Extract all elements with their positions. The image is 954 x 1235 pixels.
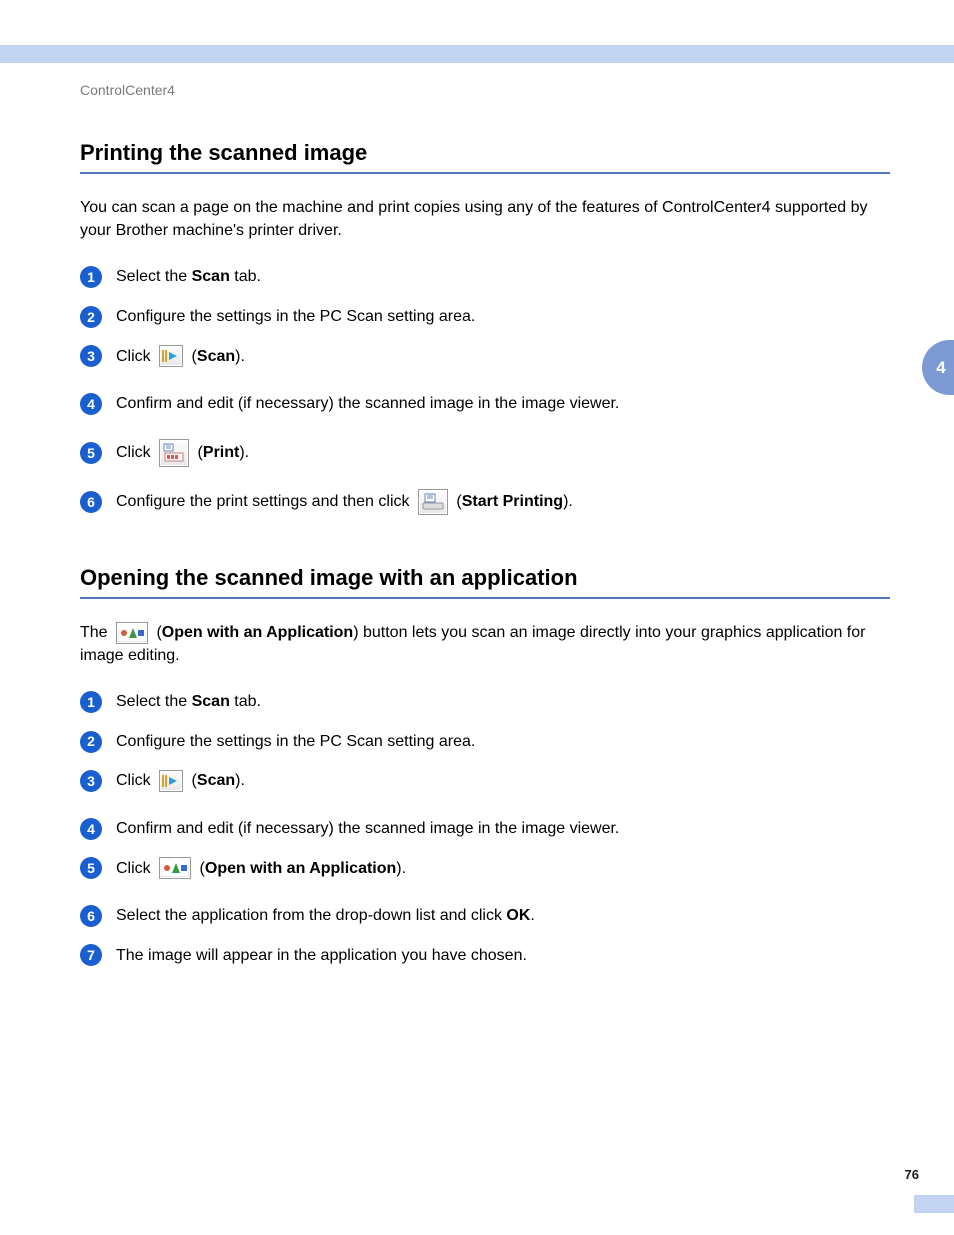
text: tab. xyxy=(230,268,261,285)
step-num-5: 5 xyxy=(80,857,102,879)
text: Configure the print settings and then cl… xyxy=(116,493,414,510)
step-num-3: 3 xyxy=(80,770,102,792)
step-num-4: 4 xyxy=(80,818,102,840)
step-num-4: 4 xyxy=(80,393,102,415)
text: tab. xyxy=(230,693,261,710)
step-text: Configure the print settings and then cl… xyxy=(116,489,890,515)
section2-heading: Opening the scanned image with an applic… xyxy=(80,565,890,599)
scan-icon xyxy=(159,345,183,367)
section1-intro: You can scan a page on the machine and p… xyxy=(80,196,890,242)
step-num-2: 2 xyxy=(80,306,102,328)
step-text: Click (Scan). xyxy=(116,344,890,370)
text: Click xyxy=(116,860,155,877)
text: Select the xyxy=(116,693,192,710)
footer-bar xyxy=(914,1195,954,1213)
sec1-step4: 4 Confirm and edit (if necessary) the sc… xyxy=(80,391,890,417)
sec1-step5: 5 Click (Print). xyxy=(80,439,890,467)
step-text: Select the Scan tab. xyxy=(116,689,890,715)
step-num-5: 5 xyxy=(80,442,102,464)
bold: Scan xyxy=(192,268,230,285)
sec2-step7: 7 The image will appear in the applicati… xyxy=(80,943,890,969)
sec2-step3: 3 Click (Scan). xyxy=(80,768,890,794)
page-number: 76 xyxy=(905,1167,919,1182)
step-num-6: 6 xyxy=(80,491,102,513)
step-text: Confirm and edit (if necessary) the scan… xyxy=(116,391,890,417)
bold: Scan xyxy=(192,693,230,710)
sec2-step2: 2 Configure the settings in the PC Scan … xyxy=(80,729,890,755)
open-app-icon xyxy=(116,622,148,644)
step-text: Configure the settings in the PC Scan se… xyxy=(116,304,890,330)
print-icon xyxy=(159,439,189,467)
sec1-step1: 1 Select the Scan tab. xyxy=(80,264,890,290)
step-num-1: 1 xyxy=(80,691,102,713)
step-num-6: 6 xyxy=(80,905,102,927)
scan-icon xyxy=(159,770,183,792)
step-text: Confirm and edit (if necessary) the scan… xyxy=(116,816,890,842)
step-text: Select the Scan tab. xyxy=(116,264,890,290)
text: Click xyxy=(116,772,155,789)
text: Select the xyxy=(116,268,192,285)
text: Click xyxy=(116,348,155,365)
sec2-step4: 4 Confirm and edit (if necessary) the sc… xyxy=(80,816,890,842)
section1-heading: Printing the scanned image xyxy=(80,140,890,174)
step-text: Configure the settings in the PC Scan se… xyxy=(116,729,890,755)
bold: Start Printing xyxy=(462,493,563,510)
bold: Open with an Application xyxy=(162,624,353,641)
step-text: Click (Print). xyxy=(116,439,890,467)
sec1-step2: 2 Configure the settings in the PC Scan … xyxy=(80,304,890,330)
chapter-tab: 4 xyxy=(922,340,954,395)
text: Click xyxy=(116,444,155,461)
sec2-step6: 6 Select the application from the drop-d… xyxy=(80,903,890,929)
top-header-bar xyxy=(0,45,954,63)
section2-intro: The (Open with an Application) button le… xyxy=(80,621,890,667)
open-app-icon xyxy=(159,857,191,879)
sec2-step1: 1 Select the Scan tab. xyxy=(80,689,890,715)
sec1-step3: 3 Click (Scan). xyxy=(80,344,890,370)
start-printing-icon xyxy=(418,489,448,515)
step-num-7: 7 xyxy=(80,944,102,966)
bold: OK xyxy=(506,907,530,924)
step-text: Click (Open with an Application). xyxy=(116,856,890,882)
step-num-1: 1 xyxy=(80,266,102,288)
step-text: Select the application from the drop-dow… xyxy=(116,903,890,929)
step-num-3: 3 xyxy=(80,345,102,367)
step-num-2: 2 xyxy=(80,731,102,753)
sec1-step6: 6 Configure the print settings and then … xyxy=(80,489,890,515)
bold: Open with an Application xyxy=(205,860,396,877)
step-text: The image will appear in the application… xyxy=(116,943,890,969)
sec2-step5: 5 Click (Open with an Application). xyxy=(80,856,890,882)
bold: Scan xyxy=(197,348,235,365)
text: The xyxy=(80,624,112,641)
text: Select the application from the drop-dow… xyxy=(116,907,506,924)
bold: Scan xyxy=(197,772,235,789)
breadcrumb: ControlCenter4 xyxy=(80,82,890,98)
page-content: ControlCenter4 Printing the scanned imag… xyxy=(80,82,890,982)
step-text: Click (Scan). xyxy=(116,768,890,794)
bold: Print xyxy=(203,444,239,461)
